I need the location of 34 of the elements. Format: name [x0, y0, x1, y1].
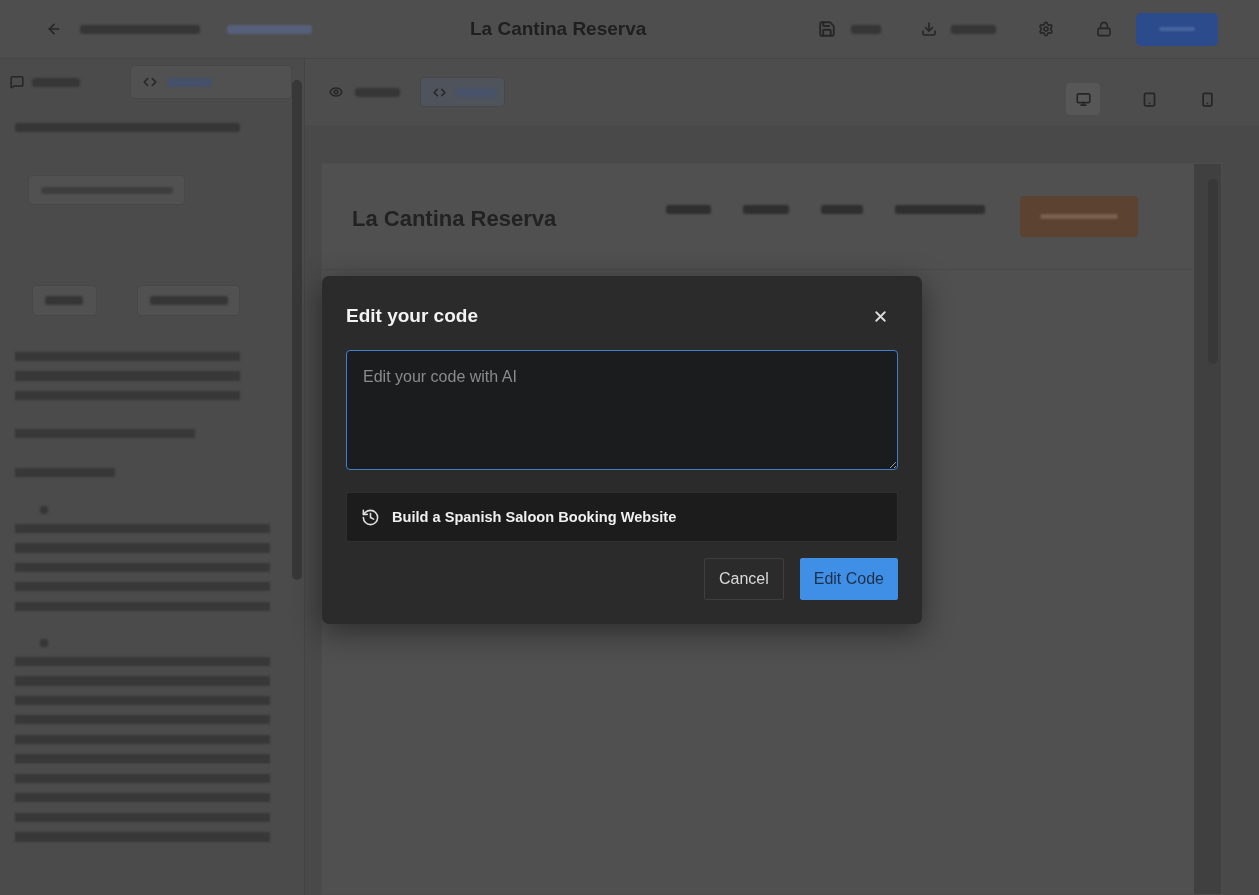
- scrollbar[interactable]: [292, 80, 302, 580]
- blurred-text: [45, 296, 83, 305]
- blurred-text: [167, 77, 212, 87]
- blurred-tab[interactable]: [420, 77, 505, 107]
- chat-icon[interactable]: [10, 75, 24, 89]
- blurred-link[interactable]: [666, 205, 712, 214]
- blurred-link[interactable]: [227, 24, 312, 34]
- history-item[interactable]: Build a Spanish Saloon Booking Website: [346, 492, 898, 542]
- history-label: Build a Spanish Saloon Booking Website: [392, 509, 677, 525]
- edit-code-button[interactable]: Edit Code: [799, 558, 898, 600]
- blurred-link[interactable]: [821, 205, 864, 214]
- blurred-link[interactable]: [895, 205, 986, 214]
- blurred-text: [851, 24, 882, 34]
- lock-icon[interactable]: [1096, 21, 1113, 37]
- code-icon: [143, 75, 157, 89]
- tablet-icon[interactable]: [1142, 91, 1157, 107]
- gear-icon[interactable]: [1038, 21, 1055, 37]
- blurred-link[interactable]: [743, 205, 790, 214]
- cancel-button[interactable]: Cancel: [703, 558, 784, 600]
- blurred-button[interactable]: [1136, 12, 1219, 46]
- blurred-text: [951, 24, 997, 34]
- monitor-icon: [1075, 91, 1091, 107]
- save-icon[interactable]: [818, 20, 837, 38]
- eye-icon[interactable]: [329, 85, 343, 99]
- prompt-field[interactable]: Edit your code with AI: [346, 350, 898, 470]
- blurred-button[interactable]: [32, 285, 97, 316]
- download-icon[interactable]: [921, 21, 938, 37]
- dialog-title: Edit your code: [346, 305, 478, 327]
- monitor-button[interactable]: [1066, 83, 1100, 115]
- blurred-button[interactable]: [137, 285, 240, 316]
- blurred-tab[interactable]: [130, 65, 292, 99]
- blurred-button[interactable]: [1020, 196, 1139, 237]
- phone-icon[interactable]: [1200, 91, 1215, 107]
- history-icon: [361, 507, 380, 527]
